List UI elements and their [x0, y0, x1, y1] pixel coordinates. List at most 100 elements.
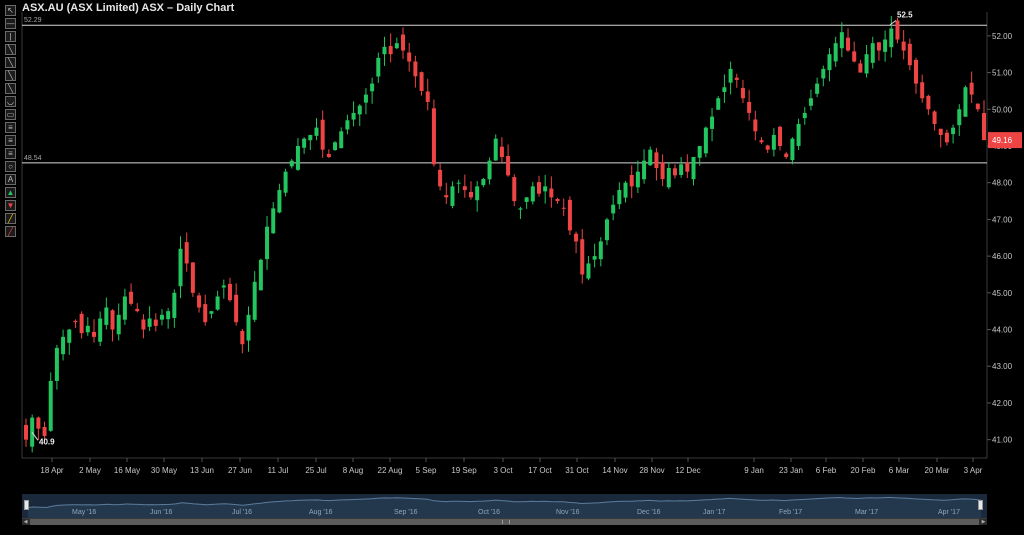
candle-body: [339, 131, 344, 149]
candle-body: [258, 259, 263, 291]
x-tick-label: 23 Jan: [779, 466, 803, 475]
candle-body: [549, 188, 554, 198]
candle-body: [672, 168, 677, 176]
candle-body: [314, 127, 319, 136]
candle-body: [747, 101, 752, 113]
candle-body: [808, 98, 813, 106]
candle-body: [407, 52, 412, 62]
candle-body: [567, 199, 572, 231]
candle-body: [716, 98, 721, 110]
candle-body: [765, 145, 770, 150]
candle-body: [289, 160, 294, 167]
candle-body: [926, 95, 931, 110]
x-tick-label: 25 Jul: [305, 466, 327, 475]
x-tick-label: 20 Feb: [851, 466, 876, 475]
candle-body: [833, 43, 838, 62]
candle-body: [635, 171, 640, 188]
level-line-label: 52.29: [24, 17, 42, 24]
y-tick-label: 50.00: [992, 105, 1013, 114]
candle-body: [944, 132, 949, 143]
candle-body: [345, 120, 350, 130]
navigator-month-label: Feb '17: [779, 509, 803, 516]
scroll-left-icon[interactable]: ◀: [22, 519, 29, 525]
candle-body: [370, 83, 375, 92]
scroll-right-icon[interactable]: ▶: [980, 519, 987, 525]
candle-body: [159, 314, 164, 320]
candle-body: [376, 57, 381, 77]
candle-body: [796, 123, 801, 146]
candle-body: [61, 336, 66, 355]
candle-body: [493, 138, 498, 161]
candle-body: [759, 140, 764, 143]
y-tick-label: 44.00: [992, 326, 1013, 335]
candle-body: [252, 281, 257, 320]
candle-body: [512, 177, 517, 202]
candle-body: [184, 242, 189, 264]
y-tick-label: 48.00: [992, 179, 1013, 188]
candle-body: [277, 190, 282, 213]
candle-body: [574, 233, 579, 242]
navigator-month-label: Aug '16: [309, 509, 333, 516]
candle-body: [91, 331, 96, 337]
navigator-month-label: Jul '16: [232, 509, 253, 516]
candle-body: [685, 162, 690, 172]
navigator-month-label: Jun '16: [150, 509, 173, 516]
y-tick-label: 52.00: [992, 32, 1013, 41]
candle-body: [592, 256, 597, 260]
x-tick-label: 13 Jun: [190, 466, 214, 475]
navigator[interactable]: May '16 Jun '16 Jul '16 Aug '16 Sep '16 Oct '…: [22, 494, 987, 518]
x-tick-label: 6 Mar: [889, 466, 910, 475]
candle-body: [889, 28, 894, 48]
candle-body: [827, 54, 832, 71]
navigator-month-label: Jan '17: [703, 509, 726, 516]
candle-body: [728, 68, 733, 83]
candle-body: [870, 43, 875, 63]
y-tick-label: 51.00: [992, 69, 1013, 78]
candle-body: [586, 263, 591, 279]
x-tick-label: 8 Aug: [343, 466, 363, 475]
candle-body: [30, 417, 35, 447]
navigator-month-label: Dec '16: [637, 509, 661, 516]
candle-body: [388, 46, 393, 55]
candle-body: [48, 380, 53, 431]
candle-body: [54, 347, 59, 381]
navigator-month-label: Apr '17: [938, 509, 960, 516]
candle-body: [308, 134, 313, 141]
x-tick-label: 27 Jun: [228, 466, 252, 475]
level-line-label: 48.54: [24, 155, 42, 162]
x-tick-label: 20 Mar: [925, 466, 950, 475]
candle-body: [666, 168, 671, 188]
candle-body: [604, 219, 609, 241]
price-chart[interactable]: 41.00 42.00 43.00 44.00 45.00 46.00 47.00 48.00…: [0, 0, 1024, 490]
candle-body: [710, 116, 715, 129]
last-price-label: 49.16: [992, 136, 1013, 145]
candle-body: [141, 319, 146, 330]
candle-body: [580, 239, 585, 275]
candle-body: [215, 296, 220, 310]
candle-body: [431, 108, 436, 165]
candle-body: [530, 186, 535, 202]
candle-body: [660, 162, 665, 180]
candle-body: [394, 43, 399, 49]
candle-body: [98, 318, 103, 342]
x-tick-label: 17 Oct: [528, 466, 552, 475]
candle-body: [246, 314, 251, 341]
candle-body: [771, 134, 776, 150]
candle-body: [73, 320, 78, 323]
navigator-month-label: May '16: [72, 509, 97, 516]
scrollbar[interactable]: ◀ ▶: [22, 518, 987, 525]
candle-body: [802, 112, 807, 119]
x-tick-label: 14 Nov: [602, 466, 627, 475]
candle-body: [734, 77, 739, 80]
scrollbar-thumb[interactable]: [30, 519, 979, 525]
navigator-left-handle[interactable]: [24, 500, 29, 510]
candle-body: [197, 295, 202, 308]
candle-body: [382, 46, 387, 55]
candle-body: [469, 191, 474, 198]
navigator-right-handle[interactable]: [978, 500, 983, 510]
candle-body: [518, 208, 523, 210]
candle-body: [104, 307, 109, 325]
candle-body: [203, 304, 208, 323]
candle-body: [611, 204, 616, 214]
candle-body: [221, 285, 226, 288]
